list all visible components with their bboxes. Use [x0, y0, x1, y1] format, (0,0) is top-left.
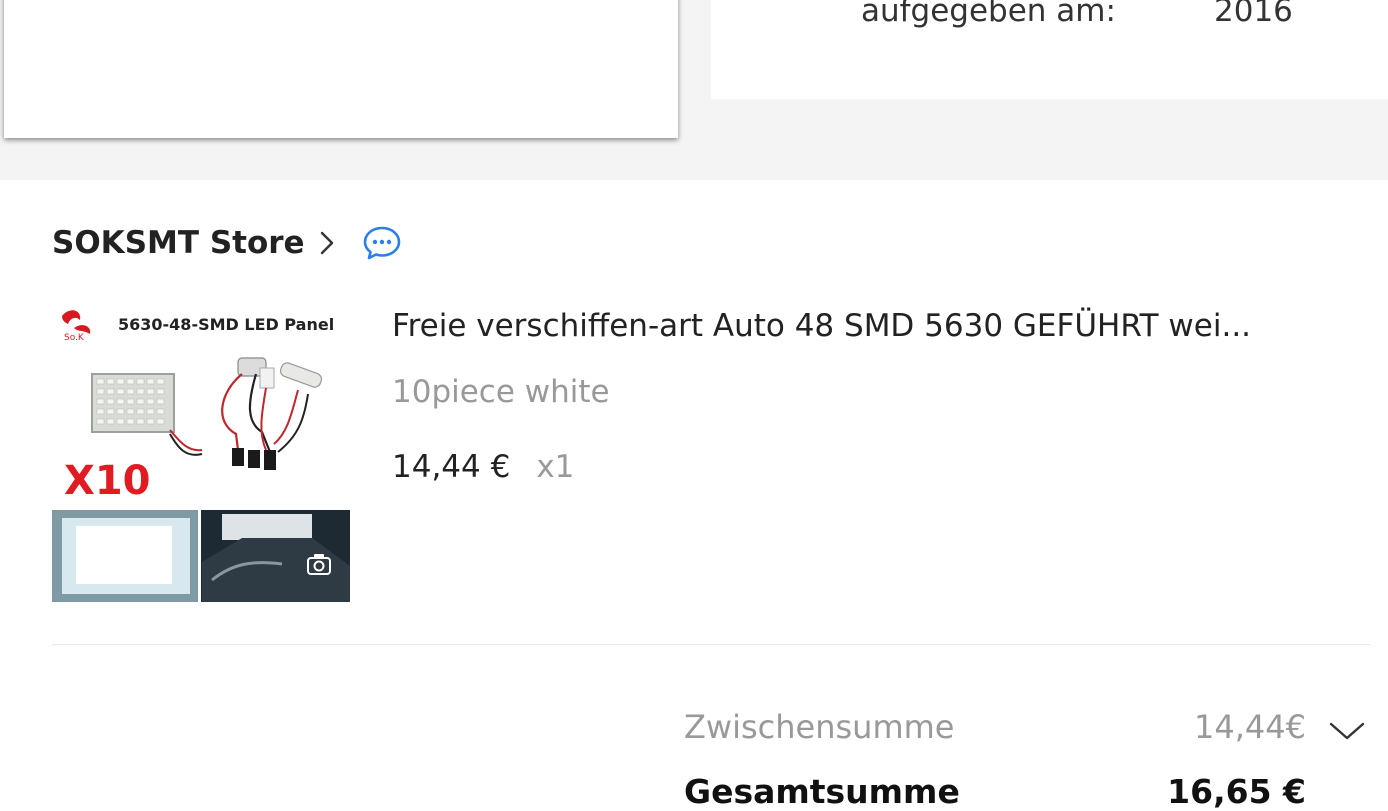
total-label: Gesamtsumme: [684, 772, 960, 811]
brand-logo-text: So.K: [64, 333, 85, 343]
total-value: 16,65 €: [1167, 772, 1306, 811]
product-variant: 10piece white: [392, 374, 610, 410]
order-date-label: aufgegeben am:: [861, 0, 1116, 29]
chat-bubble-icon[interactable]: [363, 226, 401, 260]
price-row: 14,44 € x1: [392, 449, 574, 485]
product-title[interactable]: Freie verschiffen-art Auto 48 SMD 5630 G…: [392, 308, 1251, 344]
product-image[interactable]: So.K 5630-48-SMD LED Panel X10: [52, 302, 350, 602]
image-heading: 5630-48-SMD LED Panel: [118, 315, 334, 334]
order-date-value: 2016: [1214, 0, 1293, 29]
info-card-left: [4, 0, 678, 138]
image-quantity-mark: X10: [64, 458, 151, 504]
chevron-right-icon[interactable]: [319, 229, 335, 257]
subtotal-value: 14,44€: [1194, 708, 1306, 746]
subtotal-label: Zwischensumme: [684, 708, 955, 746]
store-name-link[interactable]: SOKSMT Store: [52, 225, 305, 261]
section-divider: [52, 644, 1370, 645]
chevron-down-icon[interactable]: [1328, 720, 1366, 746]
store-header: SOKSMT Store: [52, 220, 401, 266]
product-quantity: x1: [536, 449, 575, 485]
product-price: 14,44 €: [392, 449, 511, 485]
